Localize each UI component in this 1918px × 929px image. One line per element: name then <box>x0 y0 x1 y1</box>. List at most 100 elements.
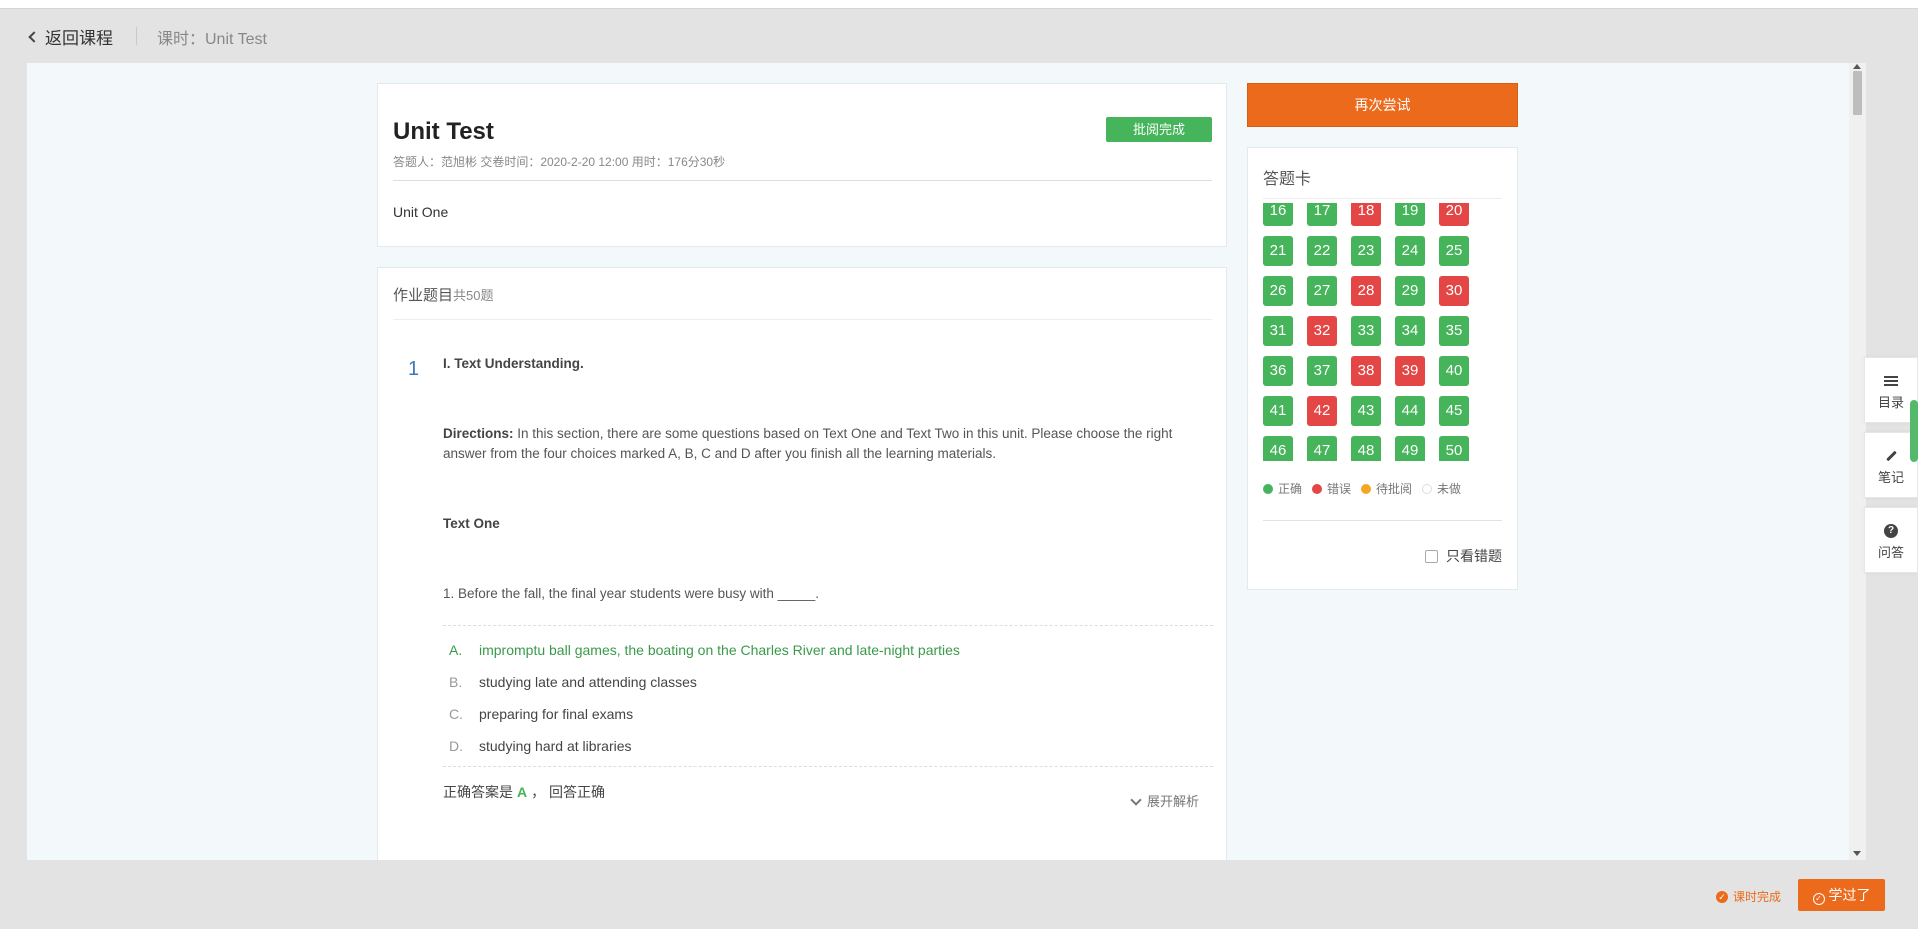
option-letter: D. <box>449 738 463 754</box>
option-text: studying late and attending classes <box>479 674 697 690</box>
questions-heading: 作业题目共50题 <box>393 284 493 305</box>
legend-label: 错误 <box>1327 482 1352 496</box>
option-text: impromptu ball games, the boating on the… <box>479 642 960 658</box>
retry-button[interactable]: 再次尝试 <box>1247 83 1518 127</box>
answer-cell-31[interactable]: 31 <box>1263 316 1293 346</box>
check-circle-icon: ✓ <box>1812 893 1825 905</box>
answer-cell-30[interactable]: 30 <box>1439 276 1469 306</box>
lesson-complete-label: 课时完成 <box>1733 890 1782 904</box>
option-d[interactable]: D. studying hard at libraries <box>443 735 1213 767</box>
answer-cell-45[interactable]: 45 <box>1439 396 1469 426</box>
answer-cell-42[interactable]: 42 <box>1307 396 1337 426</box>
top-bar: 返回课程 课时：Unit Test <box>0 10 1918 62</box>
directions: Directions: In this section, there are s… <box>443 424 1213 464</box>
answer-cell-37[interactable]: 37 <box>1307 356 1337 386</box>
questions-card: 作业题目共50题 1 I. Text Understanding. Direct… <box>377 267 1227 860</box>
answer-cell-26[interactable]: 26 <box>1263 276 1293 306</box>
option-c[interactable]: C. preparing for final exams <box>443 703 1213 735</box>
answer-legend: 正确 错误 待批阅 未做 <box>1263 480 1461 497</box>
legend-label: 待批阅 <box>1376 482 1413 496</box>
lesson-complete-status: ✓ 课时完成 <box>1716 888 1781 905</box>
learned-label: 学过了 <box>1828 887 1871 903</box>
directions-label: Directions: <box>443 426 514 441</box>
question-number: 1 <box>408 358 420 380</box>
answer-cell-47[interactable]: 47 <box>1307 436 1337 461</box>
option-letter: B. <box>449 674 463 690</box>
legend-dot-icon <box>1422 483 1433 494</box>
answer-cell-24[interactable]: 24 <box>1395 236 1425 266</box>
back-to-course-link[interactable]: 返回课程 <box>28 24 113 49</box>
answer-cell-23[interactable]: 23 <box>1351 236 1381 266</box>
answer-cell-25[interactable]: 25 <box>1439 236 1469 266</box>
answer-cell-28[interactable]: 28 <box>1351 276 1381 306</box>
result-prefix: 正确答案是 <box>443 784 513 800</box>
legend-item: 正确 <box>1263 480 1302 497</box>
only-wrong-checkbox[interactable] <box>1425 549 1438 563</box>
answer-cell-29[interactable]: 29 <box>1395 276 1425 306</box>
side-toolbar: 目录 笔记 ? 问答 <box>1864 357 1918 582</box>
scroll-up-arrow-icon[interactable] <box>1853 64 1861 69</box>
answer-cell-33[interactable]: 33 <box>1351 316 1381 346</box>
content-area: Unit Test 答题人：范旭彬 交卷时间：2020-2-20 12:00 用… <box>27 63 1866 860</box>
option-text: studying hard at libraries <box>479 738 632 754</box>
answer-cell-48[interactable]: 48 <box>1351 436 1381 461</box>
exam-title: Unit Test <box>393 118 494 145</box>
questions-count: 共50题 <box>453 288 494 303</box>
answer-cell-18[interactable]: 18 <box>1351 203 1381 226</box>
result-suffix: ， 回答正确 <box>531 784 606 800</box>
answer-cell-16[interactable]: 16 <box>1263 203 1293 226</box>
divider <box>443 625 1213 626</box>
exam-meta: 答题人：范旭彬 交卷时间：2020-2-20 12:00 用时：176分30秒 <box>393 155 726 169</box>
answer-cell-40[interactable]: 40 <box>1439 356 1469 386</box>
divider <box>136 27 137 45</box>
answer-cell-50[interactable]: 50 <box>1439 436 1469 461</box>
menu-icon <box>1884 376 1898 386</box>
divider <box>393 180 1212 181</box>
answer-cell-44[interactable]: 44 <box>1395 396 1425 426</box>
answer-cell-49[interactable]: 49 <box>1395 436 1425 461</box>
expand-label: 展开解析 <box>1146 794 1199 809</box>
page-scroll-indicator[interactable] <box>1910 400 1918 462</box>
option-a[interactable]: A. impromptu ball games, the boating on … <box>443 639 1213 671</box>
learned-button[interactable]: ✓ 学过了 <box>1798 879 1885 911</box>
answer-cell-41[interactable]: 41 <box>1263 396 1293 426</box>
legend-label: 正确 <box>1278 482 1303 496</box>
answer-cell-35[interactable]: 35 <box>1439 316 1469 346</box>
scroll-down-arrow-icon[interactable] <box>1853 851 1861 856</box>
answer-card-title: 答题卡 <box>1263 171 1312 188</box>
answer-grid-viewport[interactable]: 16 17 18 19 20 21 22 23 24 25 26 27 28 29 30 31 32 33 34 35… <box>1248 203 1519 461</box>
answer-cell-46[interactable]: 46 <box>1263 436 1293 461</box>
legend-dot-icon <box>1263 483 1273 494</box>
qa-button[interactable]: ? 问答 <box>1864 507 1918 573</box>
divider <box>443 766 1213 767</box>
option-b[interactable]: B. studying late and attending classes <box>443 671 1213 703</box>
answer-cell-27[interactable]: 27 <box>1307 276 1337 306</box>
only-wrong-toggle[interactable]: 只看错题 <box>1425 546 1502 566</box>
questions-heading-label: 作业题目 <box>393 287 454 304</box>
answer-cell-39[interactable]: 39 <box>1395 356 1425 386</box>
answer-cell-21[interactable]: 21 <box>1263 236 1293 266</box>
scrollbar-thumb[interactable] <box>1853 71 1862 115</box>
question-circle-icon: ? <box>1884 524 1898 538</box>
legend-item: 错误 <box>1312 480 1351 497</box>
expand-analysis-button[interactable]: 展开解析 <box>1130 792 1199 812</box>
review-status-badge: 批阅完成 <box>1106 117 1212 142</box>
chevron-left-icon <box>28 31 40 43</box>
answer-cell-43[interactable]: 43 <box>1351 396 1381 426</box>
divider <box>393 319 1212 320</box>
answer-cell-17[interactable]: 17 <box>1307 203 1337 226</box>
legend-item: 未做 <box>1422 480 1461 497</box>
answer-cell-34[interactable]: 34 <box>1395 316 1425 346</box>
answer-grid: 16 17 18 19 20 21 22 23 24 25 26 27 28 29 30 31 32 33 34 35… <box>1263 203 1469 461</box>
check-circle-icon: ✓ <box>1716 890 1728 903</box>
section-title: I. Text Understanding. <box>443 356 584 371</box>
answer-cell-36[interactable]: 36 <box>1263 356 1293 386</box>
answer-cell-19[interactable]: 19 <box>1395 203 1425 226</box>
directions-text: In this section, there are some question… <box>443 426 1173 461</box>
answer-cell-20[interactable]: 20 <box>1439 203 1469 226</box>
option-text: preparing for final exams <box>479 706 634 722</box>
exam-summary-card: Unit Test 答题人：范旭彬 交卷时间：2020-2-20 12:00 用… <box>377 83 1227 247</box>
answer-cell-22[interactable]: 22 <box>1307 236 1337 266</box>
answer-cell-38[interactable]: 38 <box>1351 356 1381 386</box>
answer-cell-32[interactable]: 32 <box>1307 316 1337 346</box>
